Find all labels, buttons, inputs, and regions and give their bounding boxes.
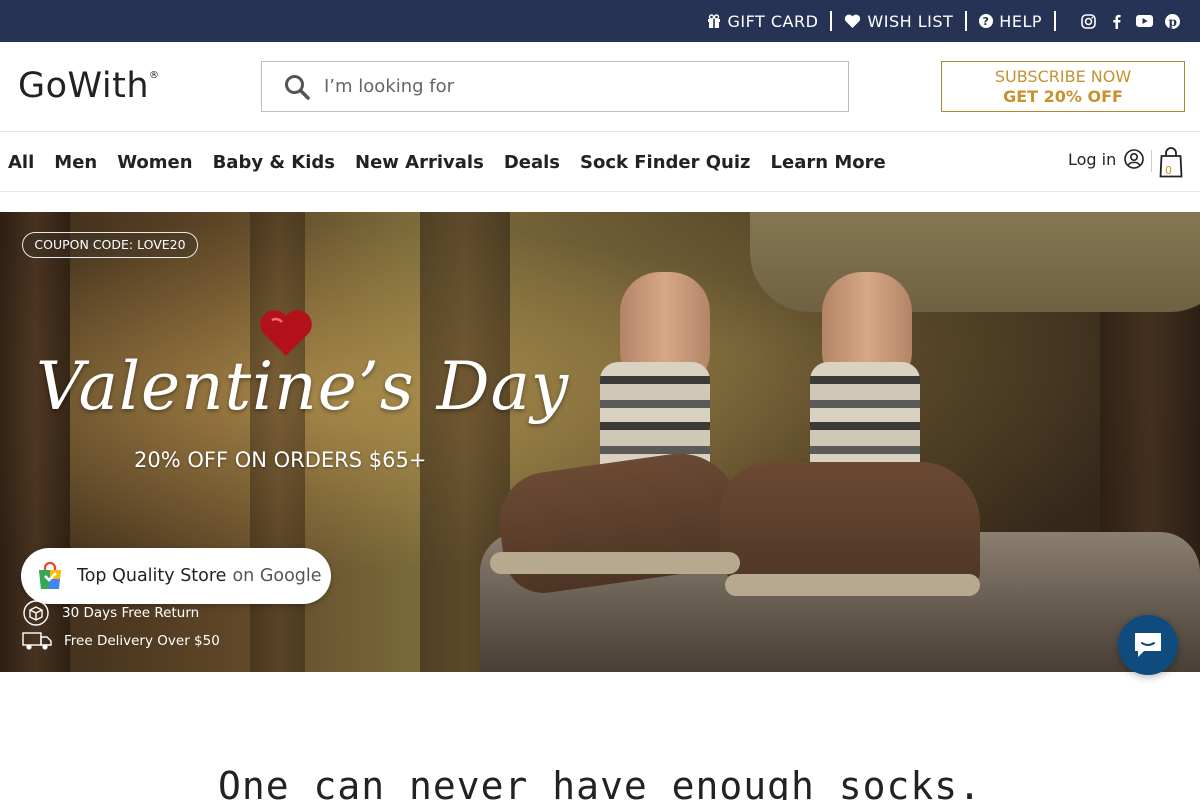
hero-banner[interactable]: COUPON CODE: LOVE20 Valentine’s Day 20% … <box>0 212 1200 672</box>
coupon-code-badge: COUPON CODE: LOVE20 <box>22 232 198 258</box>
perk-free-return: 30 Days Free Return <box>22 600 199 626</box>
shorts <box>750 212 1200 312</box>
return-box-icon <box>23 600 49 626</box>
perk2-label: Free Delivery Over $50 <box>64 633 220 649</box>
hero-offer: 20% OFF ON ORDERS $65+ <box>134 448 427 472</box>
google-store-badge[interactable]: Top Quality Store on Google <box>21 548 331 604</box>
search-icon[interactable] <box>284 74 310 100</box>
perk1-label: 30 Days Free Return <box>62 605 200 621</box>
help-label: HELP <box>999 11 1042 31</box>
boot-sole <box>490 552 740 574</box>
boot <box>720 462 980 592</box>
nav-item-women[interactable]: Women <box>117 152 192 173</box>
question-icon: ? <box>979 14 994 28</box>
divider <box>965 11 968 31</box>
cart-count: 0 <box>1165 164 1172 177</box>
badge-label: Top Quality Store <box>77 566 227 586</box>
boot-sole <box>725 574 980 596</box>
search-box[interactable] <box>261 61 849 112</box>
gift-icon <box>708 14 721 28</box>
help-link[interactable]: ? HELP <box>979 12 1042 31</box>
nav-item-new-arrivals[interactable]: New Arrivals <box>355 152 484 173</box>
chat-button[interactable] <box>1118 615 1178 675</box>
divider <box>1151 150 1152 172</box>
main-nav: All Men Women Baby & Kids New Arrivals D… <box>0 132 1200 192</box>
nav-item-baby-kids[interactable]: Baby & Kids <box>213 152 335 173</box>
nav-item-deals[interactable]: Deals <box>504 152 560 173</box>
subscribe-button[interactable]: SUBSCRIBE NOW GET 20% OFF <box>941 61 1185 112</box>
youtube-icon[interactable] <box>1130 15 1158 27</box>
subscribe-line2: GET 20% OFF <box>1003 87 1123 106</box>
nav-items: All Men Women Baby & Kids New Arrivals D… <box>8 152 886 173</box>
truck-icon <box>22 632 52 650</box>
top-bar: GIFT CARD WISH LIST ? HELP p <box>0 0 1200 42</box>
pinterest-icon[interactable]: p <box>1158 13 1186 29</box>
social-links: p <box>1074 13 1186 29</box>
search-input[interactable] <box>324 62 824 111</box>
google-shopping-icon <box>39 561 61 589</box>
subscribe-line1: SUBSCRIBE NOW <box>994 67 1132 86</box>
svg-text:?: ? <box>983 15 990 28</box>
instagram-icon[interactable] <box>1074 13 1102 29</box>
registered-mark: ® <box>149 70 160 81</box>
top-bar-links: GIFT CARD WISH LIST ? HELP p <box>707 0 1186 42</box>
wish-list-label: WISH LIST <box>867 11 954 31</box>
perk-free-delivery: Free Delivery Over $50 <box>22 630 220 652</box>
nav-item-all[interactable]: All <box>8 152 34 173</box>
wish-list-link[interactable]: WISH LIST <box>844 12 953 31</box>
nav-item-learn-more[interactable]: Learn More <box>771 152 886 173</box>
tagline: One can never have enough socks. <box>217 764 983 800</box>
hero-title: Valentine’s Day <box>36 348 570 425</box>
gift-card-label: GIFT CARD <box>727 11 819 31</box>
divider <box>1054 11 1056 31</box>
gift-card-link[interactable]: GIFT CARD <box>707 12 818 31</box>
heart-icon <box>845 14 861 28</box>
divider <box>830 11 833 31</box>
svg-text:p: p <box>1168 15 1176 29</box>
cart-button[interactable]: 0 <box>1159 146 1183 178</box>
logo-text: GoWith <box>18 66 150 106</box>
site-header: GoWith® SUBSCRIBE NOW GET 20% OFF <box>0 42 1200 132</box>
login-label: Log in <box>1068 149 1117 169</box>
badge-suffix: on Google <box>232 566 322 586</box>
account-icon <box>1124 149 1145 169</box>
nav-item-men[interactable]: Men <box>54 152 97 173</box>
facebook-icon[interactable] <box>1102 14 1130 29</box>
site-logo[interactable]: GoWith® <box>18 66 160 106</box>
nav-item-sock-finder-quiz[interactable]: Sock Finder Quiz <box>580 152 751 173</box>
chat-bubble-icon <box>1135 633 1161 657</box>
login-link[interactable]: Log in <box>1068 149 1145 169</box>
